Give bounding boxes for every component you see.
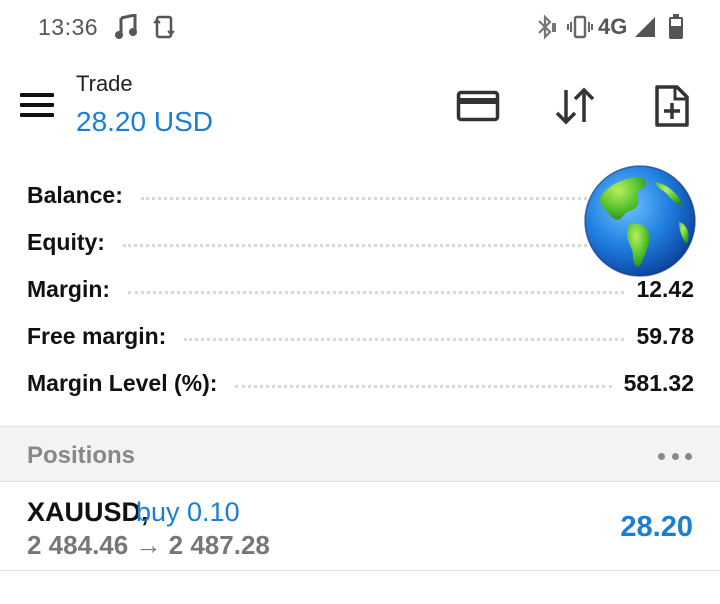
vibrate-icon [565,12,595,42]
balance-label: Balance: [27,182,123,208]
new-order-icon[interactable] [648,82,696,130]
margin-level-row: Margin Level (%): 581.32 [0,360,720,407]
position-prices: 2 484.46 → 2 487.28 [27,530,270,560]
card-icon[interactable] [454,82,502,130]
battery-icon [664,12,688,42]
page-title: Trade [76,71,133,96]
position-profit: 28.20 [620,511,693,543]
margin-label: Margin: [27,276,111,302]
screen-rotate-icon [150,12,178,42]
dotted-leader [235,385,612,388]
music-icon [112,12,140,42]
equity-label: Equity: [27,229,105,255]
globe-icon[interactable] [583,164,697,278]
network-type: 4G [598,14,628,39]
margin-level-label: Margin Level (%): [27,370,218,396]
free-margin-value: 59.78 [636,323,694,349]
status-bar: 13:36 4G [0,0,720,56]
margin-level-value: 581.32 [623,370,694,396]
position-symbol: XAUUSD, [27,497,149,527]
free-margin-label: Free margin: [27,323,167,349]
sort-arrows-icon[interactable] [551,82,599,130]
app-header: Trade 28.20 USD [0,56,720,156]
header-balance: 28.20 USD [76,106,213,137]
more-options-icon[interactable] [658,449,692,463]
dotted-leader [128,291,625,294]
menu-button[interactable] [18,92,56,120]
positions-header: Positions [0,426,720,482]
position-item[interactable]: XAUUSD, buy 0.10 2 484.46 → 2 487.28 28.… [0,483,720,571]
bluetooth-icon [533,12,559,42]
dotted-leader [184,338,625,341]
positions-title: Positions [27,442,136,469]
position-side: buy 0.10 [136,497,240,527]
margin-value: 12.42 [636,276,694,302]
signal-icon [632,12,658,42]
free-margin-row: Free margin: 59.78 [0,313,720,360]
status-time: 13:36 [38,14,99,40]
